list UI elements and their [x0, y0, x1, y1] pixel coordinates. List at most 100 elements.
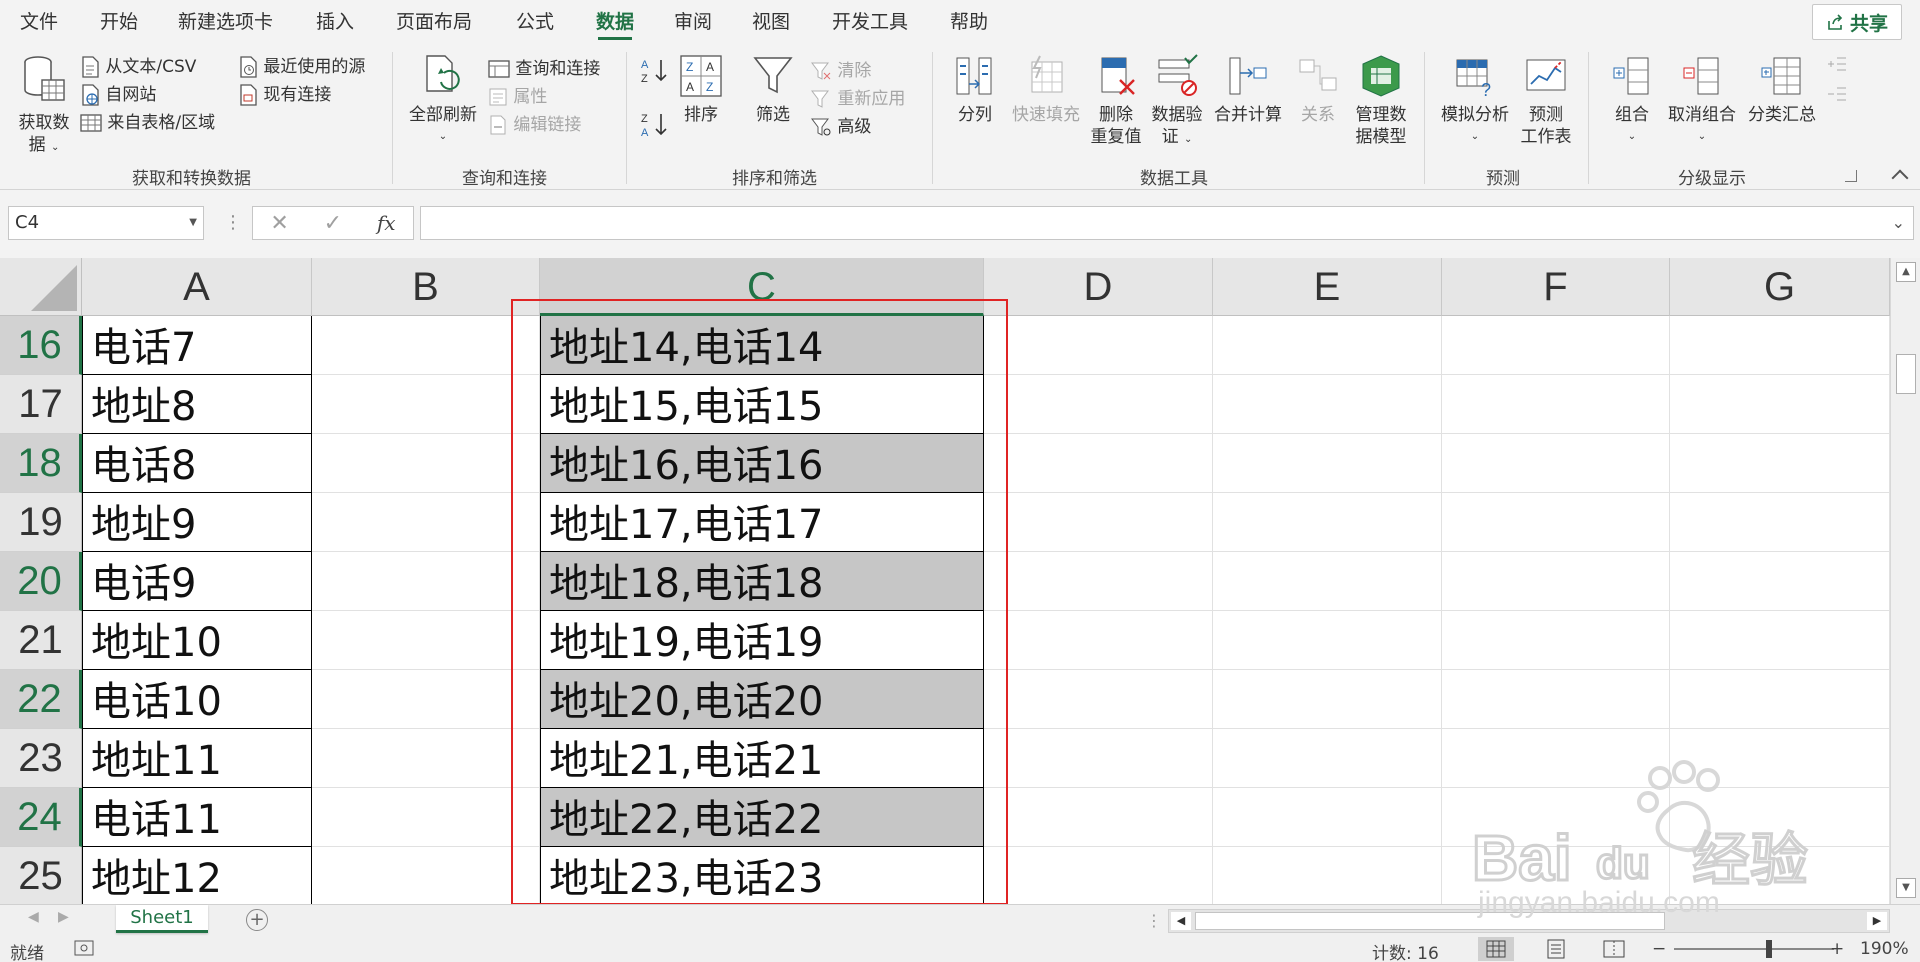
cell-g17[interactable]	[1670, 375, 1890, 434]
cell-f24[interactable]	[1442, 788, 1670, 847]
more-options-icon[interactable]: ⋮	[224, 212, 242, 233]
dialog-launcher-icon[interactable]	[1845, 170, 1857, 182]
cell-b24[interactable]	[312, 788, 540, 847]
cell-c24[interactable]: 地址22,电话22	[540, 788, 984, 847]
row-header[interactable]: 21	[0, 611, 82, 670]
column-header-g[interactable]: G	[1670, 258, 1890, 316]
tab-file[interactable]: 文件	[20, 0, 58, 44]
tab-formulas[interactable]: 公式	[516, 0, 554, 44]
cell-f16[interactable]	[1442, 316, 1670, 375]
refresh-all-button[interactable]: 全部刷新 ⌄	[404, 54, 482, 148]
cell-e21[interactable]	[1213, 611, 1442, 670]
sheet-tab-sheet1[interactable]: Sheet1	[116, 905, 208, 933]
cell-c21[interactable]: 地址19,电话19	[540, 611, 984, 670]
cell-b19[interactable]	[312, 493, 540, 552]
what-if-analysis-button[interactable]: ? 模拟分析 ⌄	[1436, 54, 1514, 148]
cell-d18[interactable]	[984, 434, 1213, 493]
scroll-down-icon[interactable]: ▼	[1896, 878, 1916, 898]
cell-c20[interactable]: 地址18,电话18	[540, 552, 984, 611]
tab-view[interactable]: 视图	[752, 0, 790, 44]
data-validation-button[interactable]: 数据验 证 ⌄	[1148, 54, 1206, 151]
collapse-ribbon-icon[interactable]	[1891, 169, 1909, 187]
reapply-button[interactable]: 重新应用	[810, 84, 905, 109]
insert-function-icon[interactable]: fx	[377, 211, 396, 235]
row-header[interactable]: 23	[0, 729, 82, 788]
cell-d23[interactable]	[984, 729, 1213, 788]
cell-g22[interactable]	[1670, 670, 1890, 729]
cell-g16[interactable]	[1670, 316, 1890, 375]
page-layout-view-button[interactable]	[1538, 937, 1574, 961]
cell-e18[interactable]	[1213, 434, 1442, 493]
cell-g18[interactable]	[1670, 434, 1890, 493]
relationships-button[interactable]: 关系	[1290, 54, 1346, 126]
cell-d21[interactable]	[984, 611, 1213, 670]
cell-a23[interactable]: 地址11	[82, 729, 312, 788]
cell-c25[interactable]: 地址23,电话23	[540, 847, 984, 904]
vertical-scroll-thumb[interactable]	[1896, 354, 1916, 394]
cell-a22[interactable]: 电话10	[82, 670, 312, 729]
cell-g23[interactable]	[1670, 729, 1890, 788]
flash-fill-button[interactable]: 快速填充	[1008, 54, 1084, 126]
zoom-slider-thumb[interactable]	[1766, 940, 1772, 958]
row-header[interactable]: 19	[0, 493, 82, 552]
sort-button[interactable]: ZAAZ 排序	[678, 54, 724, 126]
cell-b20[interactable]	[312, 552, 540, 611]
cell-g24[interactable]	[1670, 788, 1890, 847]
cell-d19[interactable]	[984, 493, 1213, 552]
cell-f18[interactable]	[1442, 434, 1670, 493]
enter-check-icon[interactable]: ✓	[324, 211, 342, 236]
cell-e24[interactable]	[1213, 788, 1442, 847]
row-header[interactable]: 25	[0, 847, 82, 904]
cell-a18[interactable]: 电话8	[82, 434, 312, 493]
cell-d24[interactable]	[984, 788, 1213, 847]
column-header-b[interactable]: B	[312, 258, 540, 316]
edit-links-button[interactable]: 编辑链接	[488, 110, 581, 135]
zoom-level[interactable]: 190%	[1860, 939, 1909, 959]
cell-e22[interactable]	[1213, 670, 1442, 729]
forecast-sheet-button[interactable]: 预测 工作表	[1518, 54, 1574, 148]
tab-review[interactable]: 审阅	[674, 0, 712, 44]
horizontal-scrollbar[interactable]: ◀ ▶	[1168, 909, 1890, 933]
cell-g19[interactable]	[1670, 493, 1890, 552]
expand-formula-icon[interactable]: ⌄	[1892, 213, 1905, 232]
consolidate-button[interactable]: 合并计算	[1210, 54, 1286, 126]
chevron-down-icon[interactable]: ▼	[189, 207, 197, 239]
properties-button[interactable]: 属性	[488, 82, 547, 107]
cell-d20[interactable]	[984, 552, 1213, 611]
zoom-slider[interactable]	[1674, 948, 1834, 950]
from-web-button[interactable]: 自网站	[80, 80, 156, 106]
row-header[interactable]: 18	[0, 434, 82, 493]
vertical-scrollbar[interactable]: ▲ ▼	[1890, 258, 1920, 904]
cancel-icon[interactable]: ✕	[270, 211, 288, 236]
cell-c16[interactable]: 地址14,电话14	[540, 316, 984, 375]
tab-help[interactable]: 帮助	[950, 0, 988, 44]
cell-c17[interactable]: 地址15,电话15	[540, 375, 984, 434]
cell-g20[interactable]	[1670, 552, 1890, 611]
cell-d25[interactable]	[984, 847, 1213, 904]
cell-g25[interactable]	[1670, 847, 1890, 904]
cell-c19[interactable]: 地址17,电话17	[540, 493, 984, 552]
cell-b17[interactable]	[312, 375, 540, 434]
cell-c18[interactable]: 地址16,电话16	[540, 434, 984, 493]
tab-new-tab[interactable]: 新建选项卡	[178, 0, 273, 44]
zoom-out-icon[interactable]: −	[1652, 939, 1666, 959]
filter-button[interactable]: 筛选	[750, 54, 796, 126]
cell-f25[interactable]	[1442, 847, 1670, 904]
cell-f17[interactable]	[1442, 375, 1670, 434]
get-data-button[interactable]: 获取数 据 ⌄	[12, 54, 76, 159]
cell-f23[interactable]	[1442, 729, 1670, 788]
from-table-button[interactable]: 来自表格/区域	[80, 108, 215, 133]
cell-a16[interactable]: 电话7	[82, 316, 312, 375]
sort-descending-button[interactable]: ZA	[640, 110, 670, 145]
column-header-c[interactable]: C	[540, 258, 984, 316]
cell-e23[interactable]	[1213, 729, 1442, 788]
tab-home[interactable]: 开始	[100, 0, 138, 44]
cell-f22[interactable]	[1442, 670, 1670, 729]
existing-connections-button[interactable]: 现有连接	[238, 80, 331, 106]
share-button[interactable]: 共享	[1812, 4, 1902, 40]
horizontal-scroll-thumb[interactable]	[1195, 912, 1665, 930]
show-detail-button[interactable]	[1826, 54, 1848, 79]
queries-connections-button[interactable]: 查询和连接	[488, 54, 600, 79]
column-header-f[interactable]: F	[1442, 258, 1670, 316]
ungroup-button[interactable]: 取消组合 ⌄	[1664, 54, 1740, 148]
